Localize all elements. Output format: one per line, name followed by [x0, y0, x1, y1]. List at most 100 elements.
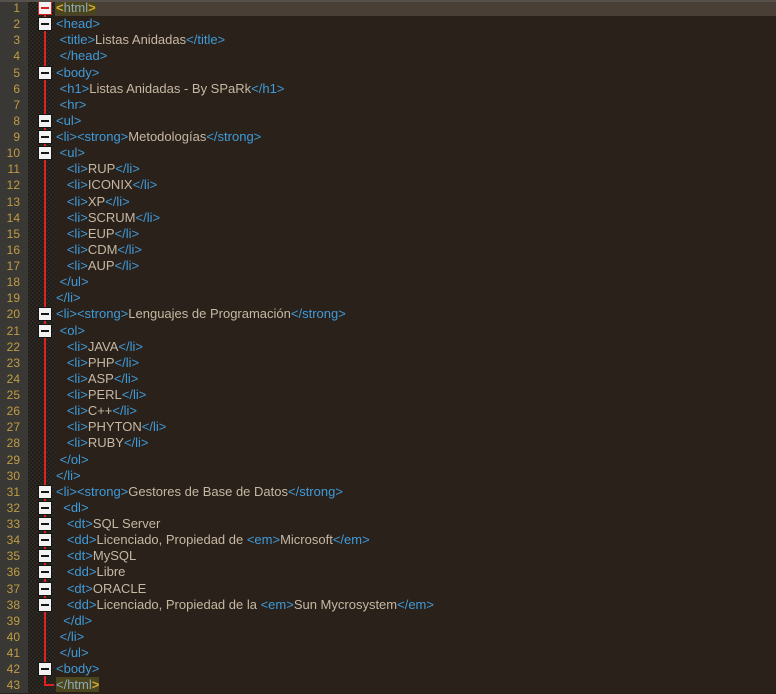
code-line[interactable]: <dd>Licenciado, Propiedad de la <em>Sun …: [55, 597, 776, 613]
code-line[interactable]: <li>ASP</li>: [55, 371, 776, 387]
code-line[interactable]: <dl>: [55, 500, 776, 516]
fold-collapse-icon[interactable]: [38, 65, 52, 80]
code-line[interactable]: <li>XP</li>: [55, 194, 776, 210]
code-line[interactable]: </li>: [55, 468, 776, 484]
fold-collapse-icon[interactable]: [38, 130, 52, 144]
line-number[interactable]: 8: [0, 112, 28, 129]
fold-collapse-icon[interactable]: [38, 565, 52, 580]
code-line[interactable]: <h1>Listas Anidadas - By SPaRk</h1>: [55, 81, 776, 97]
code-line[interactable]: <ul>: [55, 145, 776, 161]
line-number[interactable]: 27: [0, 419, 28, 436]
line-number[interactable]: 20: [0, 306, 28, 323]
line-number[interactable]: 24: [0, 370, 28, 387]
line-number[interactable]: 9: [0, 129, 28, 146]
line-number[interactable]: 16: [0, 241, 28, 258]
line-number[interactable]: 37: [0, 580, 28, 597]
code-line[interactable]: <li><strong>Gestores de Base de Datos</s…: [55, 484, 776, 500]
code-line[interactable]: <li><strong>Lenguajes de Programación</s…: [55, 306, 776, 322]
code-line[interactable]: <head>: [55, 16, 776, 32]
code-line[interactable]: <li>RUBY</li>: [55, 435, 776, 451]
code-line[interactable]: </dl>: [55, 613, 776, 629]
fold-collapse-icon[interactable]: [38, 500, 52, 515]
code-line[interactable]: <dt>MySQL: [55, 548, 776, 564]
code-line[interactable]: <li>PERL</li>: [55, 387, 776, 403]
line-number[interactable]: 32: [0, 499, 28, 516]
line-number[interactable]: 18: [0, 274, 28, 291]
line-number[interactable]: 23: [0, 354, 28, 371]
line-number[interactable]: 43: [0, 677, 28, 694]
code-line[interactable]: <ol>: [55, 323, 776, 339]
code-line[interactable]: <li><strong>Metodologías</strong>: [55, 129, 776, 145]
fold-collapse-icon[interactable]: [38, 549, 52, 564]
line-number[interactable]: 19: [0, 290, 28, 307]
line-number[interactable]: 25: [0, 387, 28, 404]
code-line[interactable]: </ol>: [55, 452, 776, 468]
line-number[interactable]: 39: [0, 612, 28, 629]
line-number[interactable]: 40: [0, 628, 28, 645]
fold-collapse-icon[interactable]: [38, 17, 52, 32]
code-line[interactable]: <dt>ORACLE: [55, 581, 776, 597]
code-line[interactable]: <ul>: [55, 113, 776, 129]
line-number[interactable]: 15: [0, 225, 28, 242]
line-number[interactable]: 30: [0, 467, 28, 484]
line-number[interactable]: 21: [0, 322, 28, 339]
fold-collapse-icon[interactable]: [38, 1, 52, 15]
fold-collapse-icon[interactable]: [38, 662, 52, 677]
fold-collapse-icon[interactable]: [38, 597, 52, 612]
line-number[interactable]: 2: [0, 16, 28, 33]
line-number[interactable]: 17: [0, 258, 28, 275]
line-number[interactable]: 4: [0, 48, 28, 65]
code-line[interactable]: <li>AUP</li>: [55, 258, 776, 274]
line-number[interactable]: 11: [0, 161, 28, 178]
line-number[interactable]: 34: [0, 532, 28, 549]
code-line[interactable]: <li>C++</li>: [55, 403, 776, 419]
line-number[interactable]: 31: [0, 483, 28, 500]
code-line[interactable]: <li>SCRUM</li>: [55, 210, 776, 226]
code-line[interactable]: <li>EUP</li>: [55, 226, 776, 242]
fold-collapse-icon[interactable]: [38, 517, 52, 531]
line-number[interactable]: 35: [0, 548, 28, 565]
fold-collapse-icon[interactable]: [38, 484, 52, 499]
code-line[interactable]: </html>: [55, 677, 776, 693]
line-number[interactable]: 10: [0, 145, 28, 162]
fold-collapse-icon[interactable]: [38, 581, 52, 596]
code-line[interactable]: <li>CDM</li>: [55, 242, 776, 258]
code-line[interactable]: <html>: [55, 0, 776, 17]
fold-collapse-icon[interactable]: [38, 323, 52, 338]
code-line[interactable]: <li>JAVA</li>: [55, 339, 776, 355]
line-number[interactable]: 14: [0, 209, 28, 226]
line-number[interactable]: 26: [0, 403, 28, 420]
code-line[interactable]: <li>PHYTON</li>: [55, 419, 776, 435]
code-line[interactable]: <dt>SQL Server: [55, 516, 776, 532]
line-number[interactable]: 3: [0, 32, 28, 49]
fold-collapse-icon[interactable]: [38, 113, 52, 128]
line-number[interactable]: 29: [0, 451, 28, 468]
code-line[interactable]: <hr>: [55, 97, 776, 113]
line-number[interactable]: 36: [0, 564, 28, 581]
code-line[interactable]: <li>ICONIX</li>: [55, 177, 776, 193]
code-line[interactable]: <dd>Libre: [55, 564, 776, 580]
code-line[interactable]: </li>: [55, 290, 776, 306]
code-line[interactable]: </head>: [55, 48, 776, 64]
line-number[interactable]: 38: [0, 596, 28, 613]
fold-collapse-icon[interactable]: [38, 307, 52, 322]
line-number[interactable]: 7: [0, 96, 28, 113]
line-number[interactable]: 5: [0, 64, 28, 81]
code-line[interactable]: <body>: [55, 65, 776, 81]
line-number[interactable]: 1: [0, 0, 28, 17]
line-number[interactable]: 41: [0, 645, 28, 662]
code-line[interactable]: <title>Listas Anidadas</title>: [55, 32, 776, 48]
code-line[interactable]: <li>PHP</li>: [55, 355, 776, 371]
code-line[interactable]: <li>RUP</li>: [55, 161, 776, 177]
code-line[interactable]: </ul>: [55, 645, 776, 661]
line-number[interactable]: 22: [0, 338, 28, 355]
line-number[interactable]: 42: [0, 661, 28, 678]
line-number[interactable]: 6: [0, 80, 28, 97]
code-line[interactable]: <dd>Licenciado, Propiedad de <em>Microso…: [55, 532, 776, 548]
code-line[interactable]: </ul>: [55, 274, 776, 290]
fold-collapse-icon[interactable]: [38, 533, 52, 548]
fold-collapse-icon[interactable]: [38, 146, 52, 161]
code-line[interactable]: <body>: [55, 661, 776, 677]
code-line[interactable]: </li>: [55, 629, 776, 645]
line-number[interactable]: 13: [0, 193, 28, 210]
